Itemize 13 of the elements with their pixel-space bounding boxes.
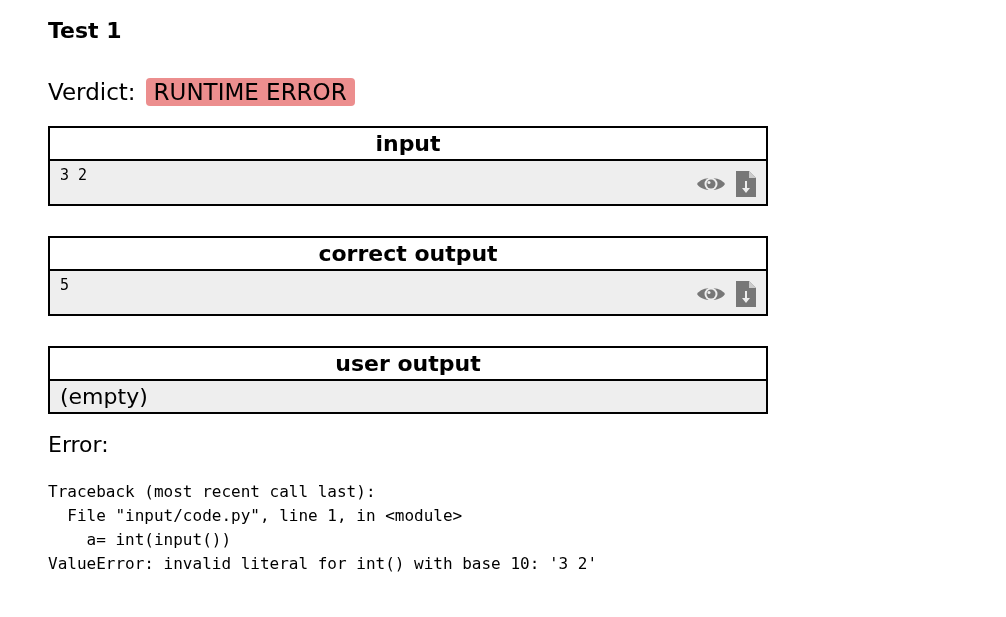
panel-content: 3 2 — [60, 166, 88, 184]
test-title: Test 1 — [48, 17, 123, 45]
panel-content: (empty) — [60, 384, 148, 409]
error-label: Error: — [48, 431, 110, 459]
verdict-badge: RUNTIME ERROR — [145, 78, 355, 106]
panel-header: correct output — [50, 238, 766, 271]
download-icon[interactable] — [736, 171, 756, 197]
verdict-label: Verdict: — [48, 79, 136, 105]
panel-header: user output — [50, 348, 766, 381]
panel-header: input — [50, 128, 766, 161]
traceback-text: Traceback (most recent call last): File "input/code.py", line 1, in <module> a= int(input()) ValueError: invalid literal for int() with base 10: '3 2' — [48, 481, 599, 575]
panel-content: 5 — [60, 276, 70, 294]
download-icon[interactable] — [736, 281, 756, 307]
